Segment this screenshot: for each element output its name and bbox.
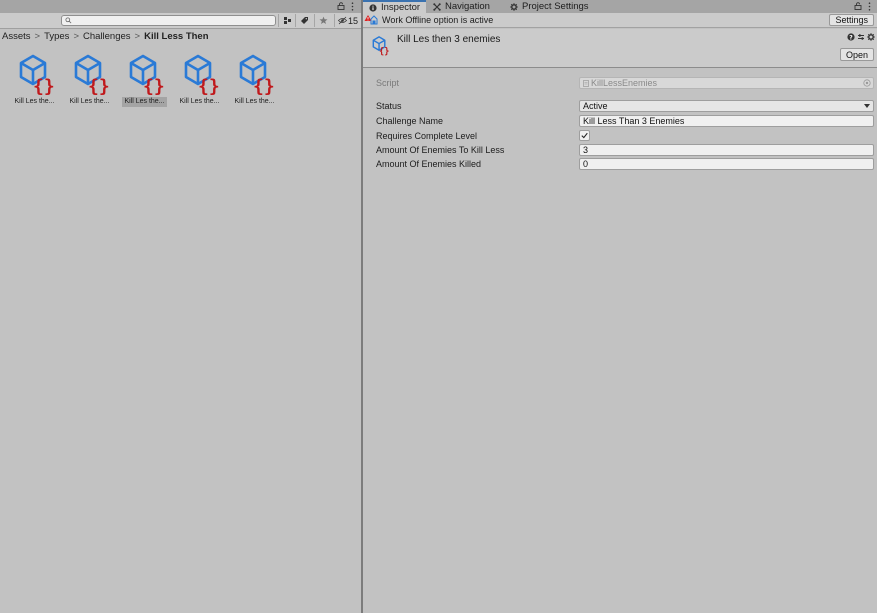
script-label: Script bbox=[376, 78, 400, 88]
svg-text:{}: {} bbox=[143, 76, 165, 96]
settings-button[interactable]: Settings bbox=[829, 14, 874, 26]
status-dropdown[interactable]: Active bbox=[579, 100, 874, 112]
status-row: Status Active bbox=[363, 100, 877, 113]
offline-notice-bar: Work Offline option is active Settings bbox=[363, 13, 877, 28]
tab-inspector[interactable]: Inspector bbox=[363, 0, 427, 13]
inspector-header: {} Kill Les then 3 enemies ? Open bbox=[363, 29, 877, 68]
asset-label: Kill Les the... bbox=[234, 98, 275, 105]
open-button[interactable]: Open bbox=[839, 48, 874, 61]
challenge-name-field[interactable]: Kill Less Than 3 Enemies bbox=[579, 115, 874, 127]
breadcrumb: Assets > Types > Challenges > Kill Less … bbox=[2, 30, 209, 42]
breadcrumb-assets[interactable]: Assets bbox=[2, 31, 31, 42]
favorites-button[interactable] bbox=[314, 14, 331, 27]
tab-label: Navigation bbox=[445, 1, 490, 12]
search-by-type-button[interactable] bbox=[278, 14, 295, 27]
svg-text:{}: {} bbox=[379, 47, 389, 56]
breadcrumb-separator: > bbox=[134, 30, 141, 42]
svg-text:{}: {} bbox=[33, 76, 55, 96]
version-control-warning-icon bbox=[364, 15, 378, 25]
breadcrumb-separator: > bbox=[34, 30, 41, 42]
offline-message: Work Offline option is active bbox=[382, 15, 494, 25]
svg-text:{}: {} bbox=[253, 76, 275, 96]
requires-complete-level-checkbox[interactable] bbox=[579, 130, 590, 141]
breadcrumb-types[interactable]: Types bbox=[44, 31, 69, 42]
project-panel: 15 Assets > Types > Challenges > Kill Le… bbox=[0, 0, 361, 613]
eye-slash-icon bbox=[338, 16, 347, 25]
lock-icon[interactable] bbox=[854, 2, 862, 10]
search-by-label-button[interactable] bbox=[295, 14, 312, 27]
svg-text:{}: {} bbox=[198, 76, 220, 96]
script-file-icon bbox=[583, 80, 589, 87]
filter-by-type-icon bbox=[283, 17, 291, 24]
gear-icon[interactable] bbox=[867, 33, 875, 41]
project-panel-titlebar bbox=[0, 0, 361, 13]
lock-icon[interactable] bbox=[337, 2, 345, 10]
amount-to-kill-less-row: Amount Of Enemies To Kill Less 3 bbox=[363, 144, 877, 157]
amount-to-kill-less-label: Amount Of Enemies To Kill Less bbox=[376, 145, 505, 155]
asset-label: Kill Les the... bbox=[14, 98, 55, 105]
tab-bar: Inspector Navigation Project Settings bbox=[363, 0, 877, 13]
asset-item[interactable]: {} Kill Les the... bbox=[62, 50, 117, 107]
scriptable-object-icon: {} bbox=[372, 36, 389, 56]
gear-icon bbox=[510, 2, 518, 11]
requires-complete-level-label: Requires Complete Level bbox=[376, 131, 478, 141]
scriptable-object-icon: {} bbox=[184, 54, 220, 96]
scriptable-object-icon: {} bbox=[19, 54, 55, 96]
tab-label: Project Settings bbox=[522, 1, 589, 12]
asset-label: Kill Les the... bbox=[69, 98, 110, 105]
challenge-name-row: Challenge Name Kill Less Than 3 Enemies bbox=[363, 115, 877, 128]
checkmark-icon bbox=[581, 132, 588, 139]
info-icon bbox=[369, 3, 377, 12]
tab-project-settings[interactable]: Project Settings bbox=[504, 0, 595, 13]
script-value: KillLessEnemies bbox=[591, 78, 658, 88]
preset-icon[interactable] bbox=[857, 33, 865, 41]
svg-text:{}: {} bbox=[88, 76, 110, 96]
asset-item-selected[interactable]: {} Kill Les the... bbox=[117, 50, 172, 107]
asset-label: Kill Les the... bbox=[179, 98, 220, 105]
tab-navigation[interactable]: Navigation bbox=[427, 0, 496, 13]
requires-complete-level-row: Requires Complete Level bbox=[363, 130, 877, 143]
breadcrumb-kill-less-then[interactable]: Kill Less Then bbox=[144, 31, 208, 42]
amount-killed-field[interactable]: 0 bbox=[579, 158, 874, 170]
challenge-name-label: Challenge Name bbox=[376, 116, 444, 126]
scriptable-object-icon: {} bbox=[239, 54, 275, 96]
kebab-menu-icon[interactable] bbox=[868, 2, 871, 11]
inspector-panel: Inspector Navigation Project Settings Wo… bbox=[363, 0, 877, 613]
asset-grid: {} Kill Les the... {} Kill Les the... {}… bbox=[7, 50, 282, 107]
object-picker-icon[interactable] bbox=[863, 79, 871, 87]
tag-icon bbox=[300, 17, 308, 24]
help-icon[interactable]: ? bbox=[847, 33, 855, 41]
asset-item[interactable]: {} Kill Les the... bbox=[172, 50, 227, 107]
object-title: Kill Les then 3 enemies bbox=[397, 34, 501, 45]
amount-killed-label: Amount Of Enemies Killed bbox=[376, 159, 482, 169]
breadcrumb-challenges[interactable]: Challenges bbox=[83, 31, 131, 42]
script-row: Script KillLessEnemies bbox=[363, 77, 877, 90]
asset-item[interactable]: {} Kill Les the... bbox=[7, 50, 62, 107]
asset-label: Kill Les the... bbox=[122, 97, 167, 107]
search-icon bbox=[65, 17, 72, 24]
status-value: Active bbox=[583, 101, 608, 111]
scriptable-object-icon: {} bbox=[129, 54, 165, 96]
chevron-down-icon bbox=[864, 104, 870, 108]
editor-window: 15 Assets > Types > Challenges > Kill Le… bbox=[0, 0, 877, 613]
script-field[interactable]: KillLessEnemies bbox=[579, 77, 874, 89]
project-toolbar: 15 bbox=[0, 13, 361, 29]
star-icon bbox=[319, 16, 327, 24]
svg-text:?: ? bbox=[849, 34, 853, 41]
amount-to-kill-less-field[interactable]: 3 bbox=[579, 144, 874, 156]
asset-item[interactable]: {} Kill Les the... bbox=[227, 50, 282, 107]
amount-killed-row: Amount Of Enemies Killed 0 bbox=[363, 158, 877, 171]
navigation-icon bbox=[433, 2, 441, 11]
kebab-menu-icon[interactable] bbox=[351, 2, 354, 11]
tab-label: Inspector bbox=[381, 2, 421, 13]
search-input[interactable] bbox=[61, 15, 276, 26]
hidden-packages-toggle[interactable]: 15 bbox=[334, 14, 361, 27]
breadcrumb-separator: > bbox=[73, 30, 79, 42]
status-label: Status bbox=[376, 101, 402, 111]
hidden-count-label: 15 bbox=[348, 15, 359, 26]
header-tools: ? bbox=[845, 33, 875, 41]
scriptable-object-icon: {} bbox=[74, 54, 110, 96]
